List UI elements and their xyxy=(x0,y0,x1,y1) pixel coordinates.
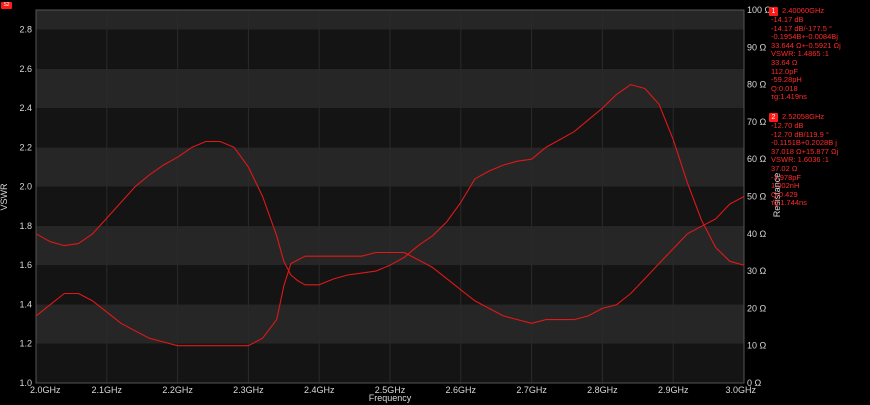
y-right-tick-label: 80 Ω xyxy=(747,80,767,90)
y-right-tick-label: 90 Ω xyxy=(747,42,767,52)
x-tick-label: 2.4GHz xyxy=(304,385,335,395)
y-left-tick-label: 2.0 xyxy=(19,182,32,192)
x-tick-label: 2.3GHz xyxy=(233,385,264,395)
y-left-tick-label: 2.4 xyxy=(19,103,32,113)
x-tick-label: 2.6GHz xyxy=(446,385,477,395)
marker-line: τg:1.419ns xyxy=(771,92,807,102)
y-right-tick-label: 10 Ω xyxy=(747,341,767,351)
x-tick-label: 2.8GHz xyxy=(587,385,618,395)
y-right-tick-label: 70 Ω xyxy=(747,117,767,127)
x-tick-label: 2.7GHz xyxy=(516,385,547,395)
left-axis-label: VSWR xyxy=(0,183,9,211)
x-tick-label: 2.1GHz xyxy=(92,385,123,395)
y-left-tick-label: 2.8 xyxy=(19,25,32,35)
y-left-tick-label: 1.8 xyxy=(19,221,32,231)
marker-readout-1: 1 2.40060GHz -14.17 dB -14.17 dB/-177.5 … xyxy=(769,7,869,102)
x-tick-label: 2.2GHz xyxy=(162,385,193,395)
y-right-tick-label: 20 Ω xyxy=(747,303,767,313)
marker-line: τg:1.744ns xyxy=(771,198,807,208)
marker-readout-2: 2 2.52058GHz -12.70 dB -12.70 dB/119.9 °… xyxy=(769,113,869,208)
y-right-tick-label: 100 Ω xyxy=(747,5,772,15)
y-right-tick-label: 40 Ω xyxy=(747,229,767,239)
x-axis-label: Frequency xyxy=(369,393,412,403)
y-right-tick-label: 50 Ω xyxy=(747,192,767,202)
vswr-resistance-chart: 1.01.21.41.61.82.02.22.42.62.8 0 Ω10 Ω20… xyxy=(0,0,870,405)
y-left-tick-label: 1.6 xyxy=(19,260,32,270)
y-left-tick-label: 2.2 xyxy=(19,142,32,152)
y-left-tick-label: 1.4 xyxy=(19,299,32,309)
y-right-tick-label: 30 Ω xyxy=(747,266,767,276)
x-tick-label: 2.0GHz xyxy=(30,385,61,395)
trace-badge: S2 xyxy=(1,2,12,9)
y-right-tick-label: 60 Ω xyxy=(747,154,767,164)
y-left-tick-label: 2.6 xyxy=(19,64,32,74)
y-left-tick-label: 1.2 xyxy=(19,339,32,349)
x-tick-label: 2.9GHz xyxy=(658,385,689,395)
x-tick-label: 3.0GHz xyxy=(725,385,756,395)
